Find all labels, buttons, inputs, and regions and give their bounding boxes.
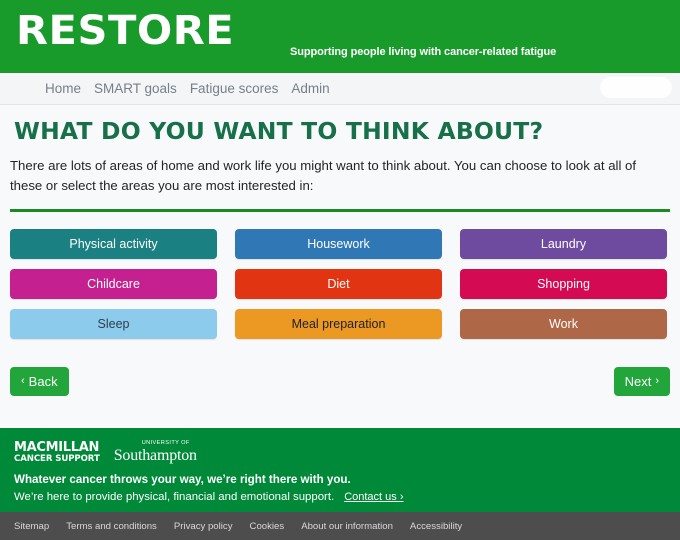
bottom-link-cookies[interactable]: Cookies xyxy=(250,521,285,532)
bottom-link-privacy-policy[interactable]: Privacy policy xyxy=(174,521,233,532)
bottom-link-about-our-information[interactable]: About our information xyxy=(301,521,393,532)
option-grid: Physical activity Housework Laundry Childca… xyxy=(10,228,670,339)
contact-us-link[interactable]: Contact us › xyxy=(344,491,403,503)
nav-item-smart-goals[interactable]: SMART goals xyxy=(94,81,177,96)
macmillan-logo[interactable]: MACMILLAN CANCER SUPPORT xyxy=(14,441,100,464)
legal-bottom-bar: Sitemap Terms and conditions Privacy polic… xyxy=(0,512,680,540)
site-header: RESTORE Supporting people living with ca… xyxy=(0,0,680,73)
macmillan-logo-line2: CANCER SUPPORT xyxy=(14,454,100,465)
pager-controls: ‹ Back Next › xyxy=(10,366,670,396)
option-button-work[interactable]: Work xyxy=(460,308,667,339)
restore-app-page: RESTORE Supporting people living with ca… xyxy=(0,0,680,540)
option-button-meal-preparation[interactable]: Meal preparation xyxy=(235,308,442,339)
nav-item-list: Home SMART goals Fatigue scores Admin xyxy=(45,81,330,96)
option-button-housework[interactable]: Housework xyxy=(235,228,442,259)
main-navigation: Home SMART goals Fatigue scores Admin xyxy=(0,73,680,105)
option-button-physical-activity[interactable]: Physical activity xyxy=(10,228,217,259)
nav-item-admin[interactable]: Admin xyxy=(291,81,329,96)
next-button[interactable]: Next › xyxy=(613,366,670,396)
intro-paragraph: There are lots of areas of home and work… xyxy=(10,158,637,194)
option-button-sleep[interactable]: Sleep xyxy=(10,308,217,339)
nav-item-home[interactable]: Home xyxy=(45,81,81,96)
option-button-laundry[interactable]: Laundry xyxy=(460,228,667,259)
site-footer: MACMILLAN CANCER SUPPORT UNIVERSITY OF S… xyxy=(0,428,680,512)
main-content: WHAT DO YOU WANT TO THINK ABOUT? There a… xyxy=(0,105,680,428)
option-button-childcare[interactable]: Childcare xyxy=(10,268,217,299)
footer-logo-row: MACMILLAN CANCER SUPPORT UNIVERSITY OF S… xyxy=(14,438,666,464)
option-button-diet[interactable]: Diet xyxy=(235,268,442,299)
footer-subline: We’re here to provide physical, financia… xyxy=(14,491,335,503)
footer-subline-row: We’re here to provide physical, financia… xyxy=(14,491,666,503)
back-button-label: Back xyxy=(28,373,58,389)
bottom-link-terms-and-conditions[interactable]: Terms and conditions xyxy=(66,521,157,532)
macmillan-logo-line1: MACMILLAN xyxy=(14,440,100,456)
back-button[interactable]: ‹ Back xyxy=(10,366,69,396)
page-title: WHAT DO YOU WANT TO THINK ABOUT? xyxy=(14,119,544,145)
bottom-link-accessibility[interactable]: Accessibility xyxy=(410,521,462,532)
section-divider xyxy=(10,208,670,212)
chevron-left-icon: ‹ xyxy=(21,374,25,387)
southampton-logo-line2: Southampton xyxy=(113,447,197,464)
site-tagline: Supporting people living with cancer-rel… xyxy=(290,46,557,58)
option-button-shopping[interactable]: Shopping xyxy=(460,268,667,299)
southampton-logo[interactable]: UNIVERSITY OF Southampton xyxy=(114,441,197,464)
chevron-right-icon: › xyxy=(655,374,659,387)
bottom-link-sitemap[interactable]: Sitemap xyxy=(14,521,49,532)
next-button-label: Next xyxy=(624,373,652,389)
nav-right-badge xyxy=(600,77,672,98)
nav-item-fatigue-scores[interactable]: Fatigue scores xyxy=(190,81,279,96)
restore-logo[interactable]: RESTORE xyxy=(16,11,234,51)
footer-headline: Whatever cancer throws your way, we’re r… xyxy=(14,473,351,486)
